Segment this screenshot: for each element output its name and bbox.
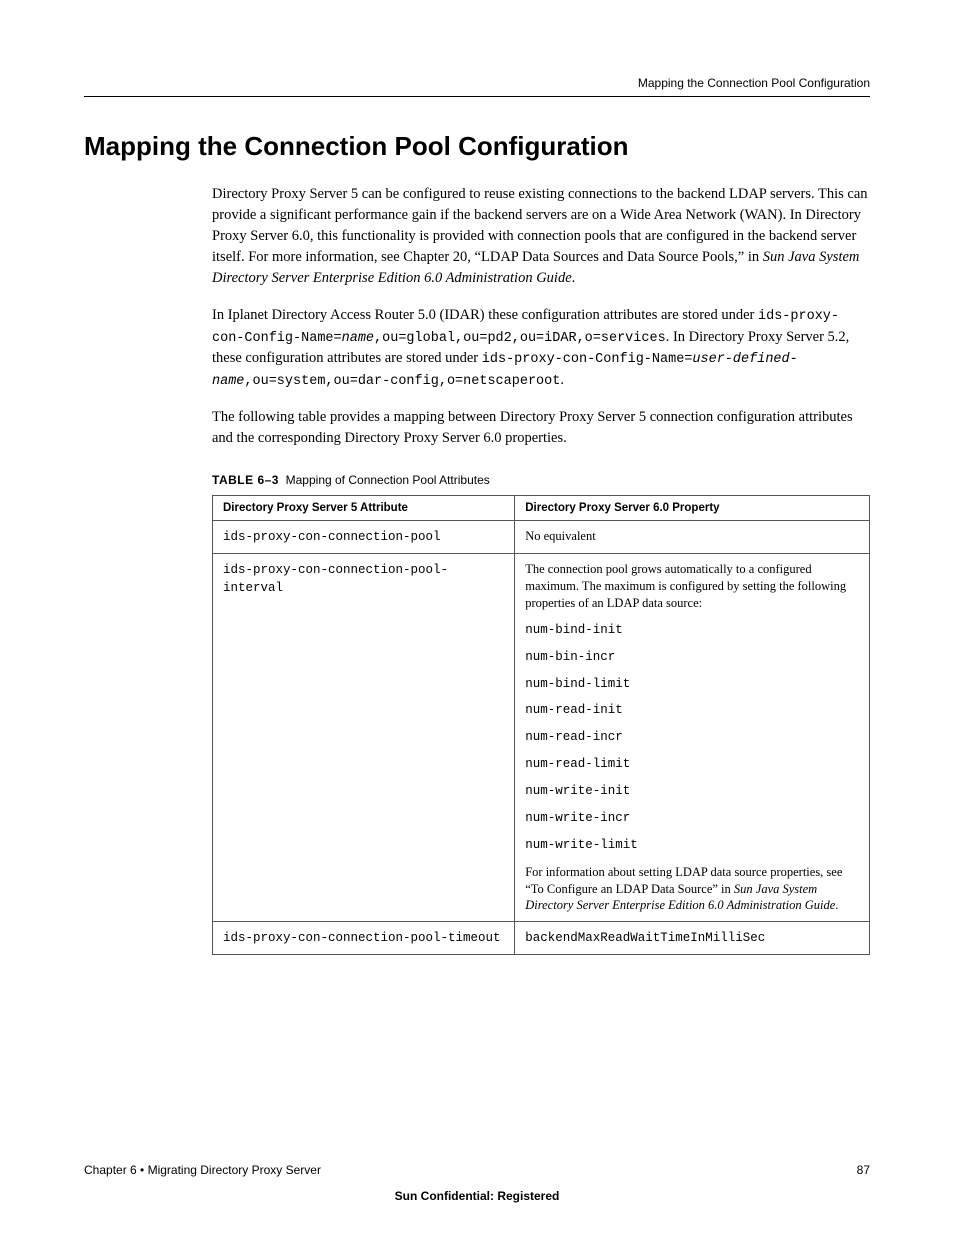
text: For information about setting LDAP data … [525, 864, 859, 915]
page: Mapping the Connection Pool Configuratio… [0, 0, 954, 1235]
cell-attr: ids-proxy-con-connection-pool-timeout [213, 922, 515, 955]
footer: Chapter 6 • Migrating Directory Proxy Se… [84, 1163, 870, 1177]
body-column: Directory Proxy Server 5 can be configur… [212, 184, 870, 955]
paragraph-1: Directory Proxy Server 5 can be configur… [212, 184, 870, 289]
code: num-write-incr [525, 810, 859, 827]
code: ids-proxy-con-Config-Name= [482, 352, 693, 367]
cell-attr: ids-proxy-con-connection-pool-interval [213, 554, 515, 922]
paragraph-2: In Iplanet Directory Access Router 5.0 (… [212, 305, 870, 391]
code: ids-proxy-con-connection-pool-timeout [223, 931, 501, 945]
footer-chapter: Chapter 6 • Migrating Directory Proxy Se… [84, 1163, 321, 1177]
text: . [572, 270, 576, 286]
code: num-write-init [525, 783, 859, 800]
col-header-attr: Directory Proxy Server 5 Attribute [213, 496, 515, 521]
code: ids-proxy-con-connection-pool [223, 530, 441, 544]
code: num-write-limit [525, 837, 859, 854]
table-header-row: Directory Proxy Server 5 Attribute Direc… [213, 496, 870, 521]
code: num-bind-init [525, 622, 859, 639]
table-label: TABLE 6–3 [212, 473, 279, 487]
code-var: name [342, 331, 374, 346]
col-header-prop: Directory Proxy Server 6.0 Property [515, 496, 870, 521]
table-title: Mapping of Connection Pool Attributes [286, 473, 490, 487]
code: num-read-init [525, 702, 859, 719]
cell-prop: The connection pool grows automatically … [515, 554, 870, 922]
confidential-notice: Sun Confidential: Registered [0, 1189, 954, 1203]
cell-prop: No equivalent [515, 521, 870, 554]
code: backendMaxReadWaitTimeInMilliSec [525, 931, 765, 945]
page-number: 87 [857, 1163, 870, 1177]
text: No equivalent [525, 529, 595, 543]
code: num-read-limit [525, 756, 859, 773]
code: ,ou=global,ou=pd2,ou=iDAR,o=services [374, 331, 666, 346]
code: num-bin-incr [525, 649, 859, 666]
text: In Iplanet Directory Access Router 5.0 (… [212, 307, 758, 323]
text: The connection pool grows automatically … [525, 561, 859, 612]
paragraph-3: The following table provides a mapping b… [212, 407, 870, 449]
code: ,ou=system,ou=dar-config,o=netscaperoot [244, 374, 560, 389]
code: ids-proxy-con-connection-pool-interval [223, 563, 448, 595]
table-row: ids-proxy-con-connection-pool-timeout ba… [213, 922, 870, 955]
mapping-table: Directory Proxy Server 5 Attribute Direc… [212, 495, 870, 955]
table-row: ids-proxy-con-connection-pool-interval T… [213, 554, 870, 922]
text: . [835, 898, 838, 912]
cell-prop: backendMaxReadWaitTimeInMilliSec [515, 922, 870, 955]
header-rule [84, 96, 870, 97]
table-row: ids-proxy-con-connection-pool No equival… [213, 521, 870, 554]
running-header: Mapping the Connection Pool Configuratio… [84, 76, 870, 90]
text: . [560, 372, 564, 388]
code: num-bind-limit [525, 676, 859, 693]
code: num-read-incr [525, 729, 859, 746]
cell-attr: ids-proxy-con-connection-pool [213, 521, 515, 554]
table-caption: TABLE 6–3 Mapping of Connection Pool Att… [212, 473, 870, 487]
section-heading: Mapping the Connection Pool Configuratio… [84, 131, 870, 162]
